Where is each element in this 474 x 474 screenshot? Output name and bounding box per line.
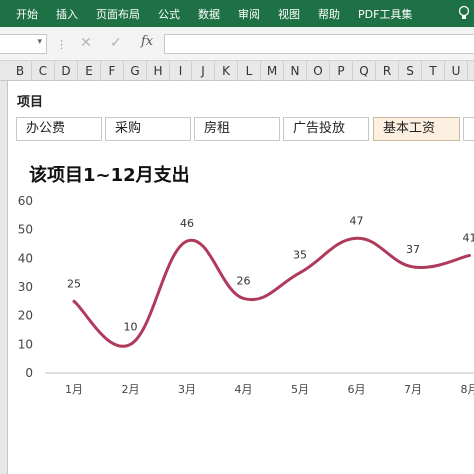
column-header-f[interactable]: F <box>101 61 124 81</box>
column-header-k[interactable]: K <box>215 61 238 81</box>
name-box[interactable]: ▾ <box>0 34 47 54</box>
formula-bar-grip-icon: ⋮ <box>56 38 67 51</box>
column-header-row: BCDEFGHIJKLMNOPQRSTU <box>0 61 474 81</box>
column-header-u[interactable]: U <box>445 61 468 81</box>
column-header-g[interactable]: G <box>124 61 147 81</box>
y-tick-label: 50 <box>18 223 33 237</box>
data-label: 35 <box>293 249 307 262</box>
dashboard-panel: 项目 办公费 采购 房租 广告投放 基本工资 该项目1~12月支出 0 10 20 3… <box>9 89 474 414</box>
column-header-b[interactable]: B <box>9 61 32 81</box>
column-header-j[interactable]: J <box>192 61 215 81</box>
column-header-l[interactable]: L <box>238 61 261 81</box>
column-header-t[interactable]: T <box>422 61 445 81</box>
y-tick-label: 30 <box>18 280 33 294</box>
lightbulb-icon[interactable] <box>458 5 470 21</box>
y-tick-label: 20 <box>18 309 33 323</box>
column-header-s[interactable]: S <box>399 61 422 81</box>
column-header-q[interactable]: Q <box>353 61 376 81</box>
ribbon-tab-formulas[interactable]: 公式 <box>149 6 189 22</box>
slicer-item-purchase[interactable]: 采购 <box>105 117 191 141</box>
data-label: 37 <box>406 243 420 256</box>
column-header-o[interactable]: O <box>307 61 330 81</box>
data-label: 26 <box>237 274 251 287</box>
column-header-n[interactable]: N <box>284 61 307 81</box>
ribbon-tab-bar: 开始 插入 页面布局 公式 数据 审阅 视图 帮助 PDF工具集 <box>0 0 474 27</box>
data-label: 46 <box>180 217 194 230</box>
slicer-item-office-fee[interactable]: 办公费 <box>16 117 102 141</box>
x-tick-label: 6月 <box>348 383 366 396</box>
enter-formula-button[interactable]: ✓ <box>110 35 122 51</box>
worksheet: 项目 办公费 采购 房租 广告投放 基本工资 该项目1~12月支出 0 10 20 3… <box>0 81 474 474</box>
cancel-formula-button[interactable]: ✕ <box>80 35 92 51</box>
ribbon-tab-page-layout[interactable]: 页面布局 <box>87 6 149 22</box>
ribbon-tab-insert[interactable]: 插入 <box>47 6 87 22</box>
x-tick-label: 8月 <box>461 383 474 396</box>
y-tick-label: 40 <box>18 251 33 265</box>
column-header-i[interactable]: I <box>170 61 192 81</box>
column-header-e[interactable]: E <box>78 61 101 81</box>
row-header-column <box>0 81 8 474</box>
data-label: 47 <box>350 214 364 227</box>
column-header-d[interactable]: D <box>55 61 78 81</box>
ribbon-tab-view[interactable]: 视图 <box>269 6 309 22</box>
slicer-item-advertising[interactable]: 广告投放 <box>283 117 369 141</box>
ribbon-tab-review[interactable]: 审阅 <box>229 6 269 22</box>
column-header-c[interactable]: C <box>32 61 55 81</box>
slicer-item-base-salary[interactable]: 基本工资 <box>373 117 460 141</box>
slicer-title: 项目 <box>17 95 44 110</box>
y-tick-label: 60 <box>18 194 33 208</box>
x-tick-label: 3月 <box>178 383 196 396</box>
insert-function-button[interactable]: fx <box>141 34 153 49</box>
ribbon-tab-data[interactable]: 数据 <box>189 6 229 22</box>
formula-bar: ▾ ⋮ ✕ ✓ fx <box>0 27 474 61</box>
y-tick-label: 0 <box>25 366 33 380</box>
x-tick-label: 4月 <box>235 383 253 396</box>
data-label: 10 <box>124 320 138 333</box>
expense-line-chart: 该项目1~12月支出 0 10 20 30 40 50 60 1月 2月 3月 4月 5月 6月 7月 8月… <box>9 154 474 414</box>
x-tick-label: 2月 <box>122 383 140 396</box>
column-header-p[interactable]: P <box>330 61 353 81</box>
y-tick-label: 10 <box>18 337 33 351</box>
data-label: 41 <box>463 231 474 244</box>
ribbon-tab-home[interactable]: 开始 <box>0 6 47 22</box>
ribbon-tab-pdf-tools[interactable]: PDF工具集 <box>349 6 421 22</box>
data-label: 25 <box>67 277 81 290</box>
x-tick-label: 5月 <box>291 383 309 396</box>
column-header-h[interactable]: H <box>147 61 170 81</box>
formula-input[interactable] <box>164 34 474 54</box>
chevron-down-icon[interactable]: ▾ <box>37 37 42 47</box>
column-header-r[interactable]: R <box>376 61 399 81</box>
slicer-item-partial[interactable] <box>463 117 474 141</box>
x-tick-label: 1月 <box>65 383 83 396</box>
slicer-item-rent[interactable]: 房租 <box>194 117 280 141</box>
ribbon-tab-help[interactable]: 帮助 <box>309 6 349 22</box>
column-header-m[interactable]: M <box>261 61 284 81</box>
x-tick-label: 7月 <box>404 383 422 396</box>
chart-plot-area: 0 10 20 30 40 50 60 1月 2月 3月 4月 5月 6月 7月 8月 25 10 46 26 35 4… <box>18 194 474 396</box>
